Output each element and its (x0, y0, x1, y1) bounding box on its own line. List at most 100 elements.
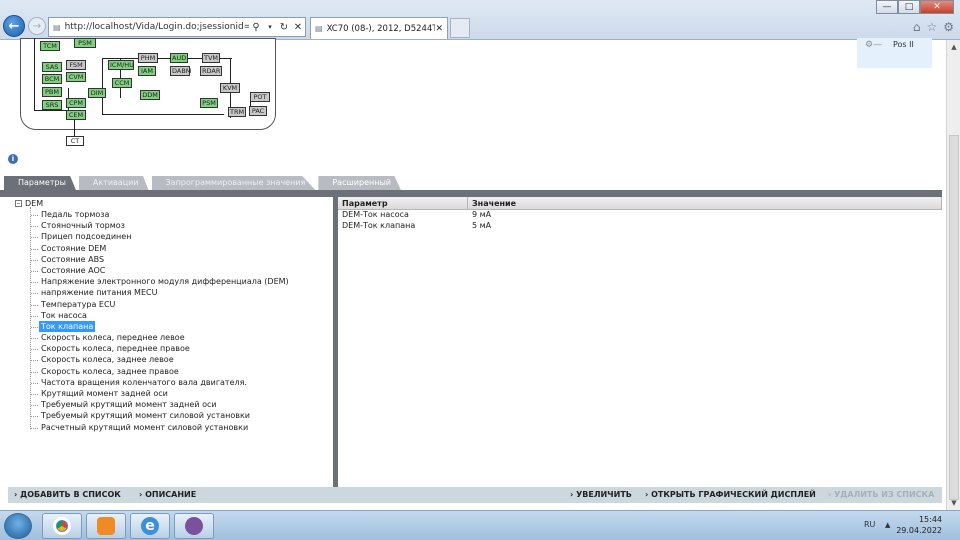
ignition-position-label: Pos II (893, 40, 914, 49)
tree-item[interactable]: Расчетный крутящий момент силовой устано… (31, 422, 291, 433)
info-icon[interactable]: i (8, 154, 18, 164)
taskbar-ie[interactable]: e (130, 513, 170, 539)
cell-parameter: DEM-Ток насоса (342, 210, 409, 219)
minimize-button[interactable]: — (876, 0, 898, 14)
close-window-button[interactable]: ✕ (920, 0, 954, 14)
parameter-tabs: Параметры Активации Запрограммированные … (0, 176, 946, 190)
diagram-node-iam[interactable]: IAM (138, 66, 156, 76)
new-tab-button[interactable] (450, 18, 470, 38)
scroll-up-icon[interactable]: ▲ (947, 40, 960, 54)
language-indicator[interactable]: RU (864, 520, 875, 529)
tree-item[interactable]: Напряжение электронного модуля дифференц… (31, 276, 291, 287)
tree-item[interactable]: Скорость колеса, переднее левое (31, 332, 291, 343)
remove-from-list-button[interactable]: › УДАЛИТЬ ИЗ СПИСКА (828, 490, 934, 499)
tree-item[interactable]: Стояночный тормоз (31, 220, 291, 231)
tab-advanced[interactable]: Расширенный (318, 176, 401, 190)
diagram-node-fsm[interactable]: FSM (66, 60, 86, 70)
table-row[interactable]: DEM-Ток насоса 9 мА (338, 210, 942, 221)
taskbar-viber[interactable] (174, 513, 214, 539)
back-button[interactable]: ← (3, 15, 25, 37)
add-to-list-button[interactable]: › ДОБАВИТЬ В СПИСОК (14, 490, 121, 499)
diagram-node-phm[interactable]: PHM (138, 53, 158, 63)
diagram-node-ct[interactable]: CT (66, 136, 84, 146)
forward-button[interactable]: → (28, 17, 46, 35)
tree-item[interactable]: Ток насоса (31, 310, 291, 321)
diagram-node-cpm[interactable]: CPM (66, 98, 86, 108)
diagram-node-tvm[interactable]: TVM (202, 53, 220, 63)
diagram-node-tcm[interactable]: TCM (40, 41, 60, 51)
table-row[interactable]: DEM-Ток клапана 5 мА (338, 221, 942, 232)
tree-item[interactable]: Состояние DEM (31, 243, 291, 254)
tree-item-selected[interactable]: Ток клапана (30, 320, 96, 333)
tree-items: Педаль тормоза Стояночный тормоз Прицеп … (30, 209, 291, 433)
tree-item[interactable]: Скорость колеса, переднее правое (31, 343, 291, 354)
diagram-node-ddm[interactable]: DDM (140, 90, 160, 100)
tree-item[interactable]: Скорость колеса, заднее левое (31, 354, 291, 365)
tree-item[interactable]: Частота вращения коленчатого вала двигат… (31, 377, 291, 388)
tree-item[interactable]: Температура ECU (31, 299, 291, 310)
column-header-value[interactable]: Значение (468, 197, 942, 209)
cell-value: 9 мА (472, 210, 492, 219)
collapse-icon[interactable]: – (15, 200, 22, 207)
tree-item[interactable]: Прицеп подсоединен (31, 231, 291, 242)
chrome-icon (53, 517, 71, 535)
tree-item[interactable]: Требуемый крутящий момент задней оси (31, 399, 291, 410)
favorites-star-icon[interactable]: ☆ (926, 20, 937, 34)
tree-item[interactable]: Требуемый крутящий момент силовой устано… (31, 410, 291, 421)
open-graph-button[interactable]: › ОТКРЫТЬ ГРАФИЧЕСКИЙ ДИСПЛЕЙ (645, 490, 816, 499)
column-header-parameter[interactable]: Параметр (338, 197, 468, 209)
tree-item[interactable]: Педаль тормоза (31, 209, 291, 220)
taskbar-chrome[interactable] (42, 513, 82, 539)
diagram-node-pac[interactable]: PAC (249, 106, 267, 116)
tab-parameters[interactable]: Параметры (4, 176, 76, 190)
tree-item[interactable]: Скорость колеса, заднее правое (31, 366, 291, 377)
address-bar[interactable]: ▤ http://localhost/Vida/Login.do;jsessio… (48, 17, 306, 37)
scroll-down-icon[interactable]: ▼ (947, 496, 960, 510)
tray-expand-icon[interactable]: ▲ (885, 521, 890, 529)
zoom-button[interactable]: › УВЕЛИЧИТЬ (570, 490, 632, 499)
taskbar-app-orange[interactable] (86, 513, 126, 539)
diagram-node-ccm[interactable]: CCM (112, 78, 132, 88)
clock[interactable]: 15:44 29.04.2022 (896, 514, 942, 536)
start-button[interactable] (4, 513, 32, 539)
diagram-node-rdar[interactable]: RDAR (200, 66, 222, 76)
description-label: ОПИСАНИЕ (145, 490, 197, 499)
refresh-icon[interactable]: ↻ (277, 22, 291, 33)
address-url[interactable]: http://localhost/Vida/Login.do;jsessioni… (61, 22, 249, 32)
dropdown-icon[interactable]: ▾ (263, 23, 277, 31)
diagram-node-bcm[interactable]: BCM (42, 74, 62, 84)
tab-activations[interactable]: Активации (78, 176, 149, 190)
diagram-node-sas[interactable]: SAS (42, 62, 62, 72)
browser-tab[interactable]: ▤ XC70 (08-), 2012, D5244T17,... ✕ (310, 17, 448, 39)
stop-icon[interactable]: ✕ (291, 22, 305, 33)
diagram-node-trm[interactable]: TRM (228, 107, 246, 117)
diagram-node-dim[interactable]: DIM (88, 88, 106, 98)
tree-item[interactable]: Состояние ABS (31, 254, 291, 265)
diagram-node-psm[interactable]: PSM (74, 38, 96, 48)
diagram-node-dabm[interactable]: DABM (170, 66, 191, 76)
tab-close-icon[interactable]: ✕ (435, 24, 443, 34)
description-button[interactable]: › ОПИСАНИЕ (139, 490, 196, 499)
diagram-node-cvm[interactable]: CVM (66, 72, 86, 82)
diagram-node-pot[interactable]: POT (250, 92, 270, 102)
key-icon: ⚙— (865, 40, 883, 50)
page-scrollbar[interactable]: ▲ ▼ (946, 40, 960, 510)
tree-item[interactable]: напряжение питания MECU (31, 287, 291, 298)
diagram-node-psm2[interactable]: PSM (200, 98, 218, 108)
diagram-node-cem[interactable]: CEM (66, 110, 86, 120)
tree-item[interactable]: Состояние AOC (31, 265, 291, 276)
diagram-node-pbm[interactable]: PBM (42, 87, 62, 97)
tree-item[interactable]: Крутящий момент задней оси (31, 388, 291, 399)
arrow-left-icon: ← (8, 18, 20, 34)
maximize-button[interactable]: □ (898, 0, 920, 14)
diagram-node-srs[interactable]: SRS (42, 100, 62, 110)
diagram-node-kvm[interactable]: KVM (220, 83, 240, 93)
scrollbar-thumb[interactable] (949, 135, 959, 500)
search-icon[interactable]: ⚲ (249, 22, 263, 33)
diagram-node-aud[interactable]: AUD (170, 53, 188, 63)
diagram-node-icm-hu[interactable]: ICM/HU (108, 60, 134, 70)
home-icon[interactable]: ⌂ (913, 20, 921, 34)
tab-programmed-values[interactable]: Запрограммированные значения (151, 176, 316, 190)
gear-icon[interactable]: ⚙ (943, 20, 954, 34)
browser-chrome: ← → ▤ http://localhost/Vida/Login.do;jse… (0, 0, 960, 40)
